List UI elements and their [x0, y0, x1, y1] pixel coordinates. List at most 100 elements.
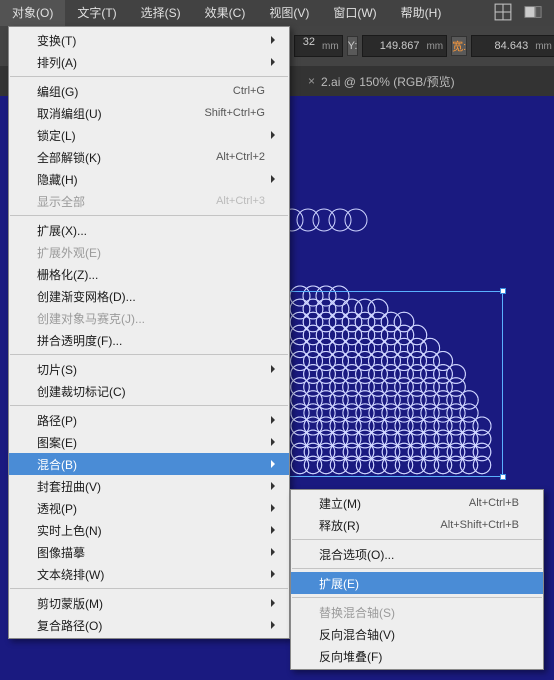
- menu-item[interactable]: 取消编组(U)Shift+Ctrl+G: [9, 102, 289, 124]
- menu-item[interactable]: 排列(A): [9, 51, 289, 73]
- menu-item[interactable]: 反向混合轴(V): [291, 623, 543, 645]
- y-input[interactable]: [363, 36, 423, 56]
- menu-item-label: 图像描摹: [37, 544, 265, 561]
- menu-item-label: 创建对象马赛克(J)...: [37, 310, 265, 327]
- menu-item-shortcut: Alt+Ctrl+2: [216, 151, 265, 163]
- menu-item: 替换混合轴(S): [291, 601, 543, 623]
- menu-effect[interactable]: 效果(C): [193, 0, 258, 26]
- menu-item[interactable]: 图案(E): [9, 431, 289, 453]
- selection-handle-br[interactable]: [500, 474, 506, 480]
- menu-item[interactable]: 混合(B): [9, 453, 289, 475]
- menu-item: 显示全部Alt+Ctrl+3: [9, 190, 289, 212]
- menu-item[interactable]: 隐藏(H): [9, 168, 289, 190]
- menu-item[interactable]: 反向堆叠(F): [291, 645, 543, 667]
- menu-item[interactable]: 扩展(E): [291, 572, 543, 594]
- menu-separator: [292, 568, 542, 569]
- menu-object[interactable]: 对象(O): [0, 0, 65, 26]
- menu-type[interactable]: 文字(T): [65, 0, 128, 26]
- menu-item-label: 锁定(L): [37, 127, 265, 144]
- menu-select[interactable]: 选择(S): [129, 0, 193, 26]
- menu-item[interactable]: 混合选项(O)...: [291, 543, 543, 565]
- menu-item[interactable]: 实时上色(N): [9, 519, 289, 541]
- document-tab[interactable]: 2.ai @ 150% (RGB/预览): [300, 73, 463, 90]
- menu-help[interactable]: 帮助(H): [389, 0, 454, 26]
- menu-item[interactable]: 路径(P): [9, 409, 289, 431]
- w-input[interactable]: [472, 36, 532, 56]
- menu-item[interactable]: 拼合透明度(F)...: [9, 329, 289, 351]
- layout-icon[interactable]: [524, 3, 542, 24]
- menu-item-label: 文本绕排(W): [37, 566, 265, 583]
- menu-item[interactable]: 变换(T): [9, 29, 289, 51]
- menu-item[interactable]: 透视(P): [9, 497, 289, 519]
- menu-item-label: 编组(G): [37, 83, 233, 100]
- menu-item-label: 全部解锁(K): [37, 149, 216, 166]
- menu-item-label: 隐藏(H): [37, 171, 265, 188]
- menu-item[interactable]: 复合路径(O): [9, 614, 289, 636]
- menu-item-label: 剪切蒙版(M): [37, 595, 265, 612]
- menubar-right-icons: [494, 3, 554, 24]
- menu-item-label: 释放(R): [319, 517, 440, 534]
- menu-item-label: 复合路径(O): [37, 617, 265, 634]
- menu-item[interactable]: 释放(R)Alt+Shift+Ctrl+B: [291, 514, 543, 536]
- menu-window[interactable]: 窗口(W): [321, 0, 388, 26]
- menu-item-label: 路径(P): [37, 412, 265, 429]
- menu-item[interactable]: 剪切蒙版(M): [9, 592, 289, 614]
- menu-item: 创建对象马赛克(J)...: [9, 307, 289, 329]
- menu-item-shortcut: Shift+Ctrl+G: [204, 107, 265, 119]
- menu-item-label: 创建裁切标记(C): [37, 383, 265, 400]
- close-icon[interactable]: [308, 74, 315, 88]
- menu-item-shortcut: Alt+Shift+Ctrl+B: [440, 519, 519, 531]
- object-menu: 变换(T)排列(A)编组(G)Ctrl+G取消编组(U)Shift+Ctrl+G…: [8, 26, 290, 639]
- selection-rect: [283, 291, 503, 477]
- menu-item-label: 栅格化(Z)...: [37, 266, 265, 283]
- menu-item[interactable]: 建立(M)Alt+Ctrl+B: [291, 492, 543, 514]
- menu-item[interactable]: 锁定(L): [9, 124, 289, 146]
- menu-separator: [10, 76, 288, 77]
- menu-item[interactable]: 文本绕排(W): [9, 563, 289, 585]
- menu-separator: [10, 354, 288, 355]
- menu-item-shortcut: Alt+Ctrl+3: [216, 195, 265, 207]
- menu-separator: [10, 215, 288, 216]
- menu-item[interactable]: 创建裁切标记(C): [9, 380, 289, 402]
- menu-item-shortcut: Alt+Ctrl+B: [469, 497, 519, 509]
- menu-item-label: 扩展(E): [319, 575, 519, 592]
- menu-item[interactable]: 扩展(X)...: [9, 219, 289, 241]
- menubar: 对象(O) 文字(T) 选择(S) 效果(C) 视图(V) 窗口(W) 帮助(H…: [0, 0, 554, 26]
- menu-item-label: 切片(S): [37, 361, 265, 378]
- menu-view[interactable]: 视图(V): [257, 0, 321, 26]
- x-field[interactable]: 32 mm: [294, 35, 343, 57]
- menu-item-label: 排列(A): [37, 54, 265, 71]
- menu-item-label: 图案(E): [37, 434, 265, 451]
- menu-item-label: 扩展外观(E): [37, 244, 265, 261]
- menu-item: 扩展外观(E): [9, 241, 289, 263]
- menu-separator: [10, 405, 288, 406]
- blend-submenu: 建立(M)Alt+Ctrl+B释放(R)Alt+Shift+Ctrl+B混合选项…: [290, 489, 544, 670]
- menu-item[interactable]: 图像描摹: [9, 541, 289, 563]
- w-label: 宽:: [451, 36, 467, 56]
- menu-item-label: 拼合透明度(F)...: [37, 332, 265, 349]
- menu-item-label: 实时上色(N): [37, 522, 265, 539]
- menu-item[interactable]: 切片(S): [9, 358, 289, 380]
- menu-item[interactable]: 栅格化(Z)...: [9, 263, 289, 285]
- menu-item-label: 扩展(X)...: [37, 222, 265, 239]
- menu-item-label: 取消编组(U): [37, 105, 204, 122]
- menu-item-label: 显示全部: [37, 193, 216, 210]
- menu-item[interactable]: 创建渐变网格(D)...: [9, 285, 289, 307]
- w-field[interactable]: mm: [471, 35, 554, 57]
- menu-item-label: 封套扭曲(V): [37, 478, 265, 495]
- menu-item-label: 反向堆叠(F): [319, 648, 519, 665]
- y-label: Y:: [347, 36, 359, 56]
- menu-item-label: 反向混合轴(V): [319, 626, 519, 643]
- menu-item[interactable]: 全部解锁(K)Alt+Ctrl+2: [9, 146, 289, 168]
- menu-item[interactable]: 封套扭曲(V): [9, 475, 289, 497]
- menu-item-label: 建立(M): [319, 495, 469, 512]
- tab-title: 2.ai @ 150% (RGB/预览): [321, 73, 455, 90]
- selection-handle-tr[interactable]: [500, 288, 506, 294]
- menu-item-label: 变换(T): [37, 32, 265, 49]
- menu-item-label: 创建渐变网格(D)...: [37, 288, 265, 305]
- menu-separator: [10, 588, 288, 589]
- menu-item-label: 混合选项(O)...: [319, 546, 519, 563]
- grid-icon[interactable]: [494, 3, 512, 24]
- menu-item[interactable]: 编组(G)Ctrl+G: [9, 80, 289, 102]
- y-field[interactable]: mm: [362, 35, 447, 57]
